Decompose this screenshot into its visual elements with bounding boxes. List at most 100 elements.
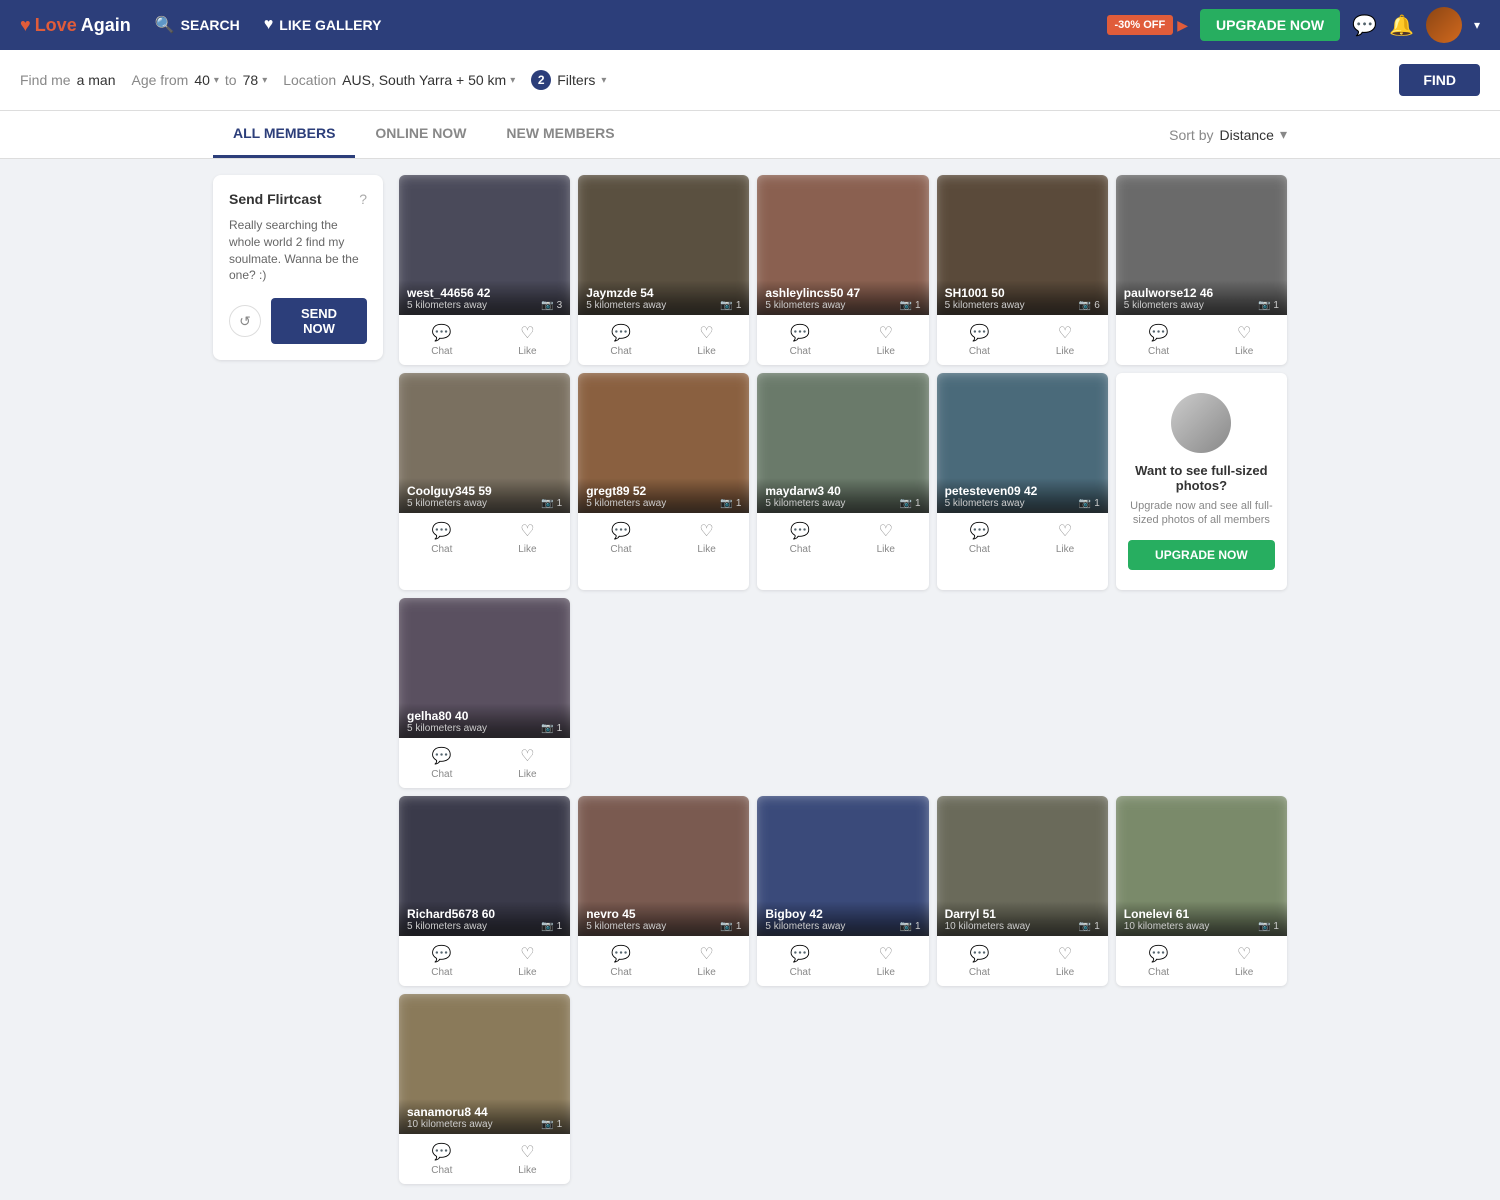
like-action[interactable]: ♡ Like bbox=[1201, 315, 1287, 365]
like-action[interactable]: ♡ Like bbox=[664, 513, 750, 563]
age-from-value: 40 bbox=[194, 72, 210, 88]
member-name-age: sanamoru8 44 bbox=[407, 1105, 493, 1119]
upgrade-promo-card: Want to see full-sized photos? Upgrade n… bbox=[1116, 373, 1287, 590]
logo[interactable]: ♥ LoveAgain bbox=[20, 15, 131, 36]
search-nav[interactable]: 🔍 SEARCH bbox=[155, 15, 240, 35]
like-action[interactable]: ♡ Like bbox=[485, 738, 571, 788]
like-action[interactable]: ♡ Like bbox=[664, 936, 750, 986]
send-now-button[interactable]: SEND NOW bbox=[271, 298, 367, 344]
chat-action[interactable]: 💬 Chat bbox=[399, 513, 485, 563]
age-to-select[interactable]: 78 ▾ bbox=[243, 72, 268, 88]
card-photo: sanamoru8 44 10 kilometers away 📷 1 bbox=[399, 994, 570, 1134]
like-action[interactable]: ♡ Like bbox=[843, 513, 929, 563]
avatar[interactable] bbox=[1426, 7, 1462, 43]
member-card[interactable]: maydarw3 40 5 kilometers away 📷 1 💬 Chat… bbox=[757, 373, 928, 590]
location-select[interactable]: AUS, South Yarra + 50 km ▾ bbox=[342, 72, 515, 88]
chat-label: Chat bbox=[969, 346, 990, 357]
like-action[interactable]: ♡ Like bbox=[485, 936, 571, 986]
member-card[interactable]: west_44656 42 5 kilometers away 📷 3 💬 Ch… bbox=[399, 175, 570, 365]
chat-action[interactable]: 💬 Chat bbox=[1116, 936, 1202, 986]
camera-icon: 📷 bbox=[720, 498, 732, 509]
like-action[interactable]: ♡ Like bbox=[485, 513, 571, 563]
chat-action[interactable]: 💬 Chat bbox=[757, 513, 843, 563]
sort-value[interactable]: Distance bbox=[1220, 127, 1274, 143]
member-card[interactable]: Coolguy345 59 5 kilometers away 📷 1 💬 Ch… bbox=[399, 373, 570, 590]
member-card[interactable]: nevro 45 5 kilometers away 📷 1 💬 Chat ♡ … bbox=[578, 796, 749, 986]
member-card[interactable]: Richard5678 60 5 kilometers away 📷 1 💬 C… bbox=[399, 796, 570, 986]
members-grid: west_44656 42 5 kilometers away 📷 3 💬 Ch… bbox=[399, 175, 1287, 1184]
promo-avatar bbox=[1171, 393, 1231, 453]
member-card[interactable]: sanamoru8 44 10 kilometers away 📷 1 💬 Ch… bbox=[399, 994, 570, 1184]
chat-action[interactable]: 💬 Chat bbox=[399, 1134, 485, 1184]
help-icon[interactable]: ? bbox=[359, 191, 367, 207]
like-label: Like bbox=[877, 967, 895, 978]
member-distance: 5 kilometers away bbox=[586, 921, 666, 932]
like-action[interactable]: ♡ Like bbox=[843, 315, 929, 365]
chat-action[interactable]: 💬 Chat bbox=[578, 936, 664, 986]
chat-action[interactable]: 💬 Chat bbox=[937, 315, 1023, 365]
like-label: Like bbox=[877, 346, 895, 357]
tab-all-members[interactable]: ALL MEMBERS bbox=[213, 111, 355, 158]
member-name-age: west_44656 42 bbox=[407, 286, 490, 300]
like-action[interactable]: ♡ Like bbox=[1022, 513, 1108, 563]
logo-heart: ♥ bbox=[20, 15, 31, 36]
find-me-value[interactable]: a man bbox=[77, 72, 116, 88]
age-from-select[interactable]: 40 ▾ bbox=[194, 72, 219, 88]
chat-action[interactable]: 💬 Chat bbox=[578, 315, 664, 365]
chat-label: Chat bbox=[431, 769, 452, 780]
card-photo: west_44656 42 5 kilometers away 📷 3 bbox=[399, 175, 570, 315]
chat-action[interactable]: 💬 Chat bbox=[757, 936, 843, 986]
like-action[interactable]: ♡ Like bbox=[1201, 936, 1287, 986]
member-distance: 5 kilometers away bbox=[765, 300, 860, 311]
member-card[interactable]: SH1001 50 5 kilometers away 📷 6 💬 Chat ♡… bbox=[937, 175, 1108, 365]
find-me-field: Find me a man bbox=[20, 72, 116, 88]
like-action[interactable]: ♡ Like bbox=[1022, 936, 1108, 986]
chat-action[interactable]: 💬 Chat bbox=[1116, 315, 1202, 365]
member-card[interactable]: Lonelevi 61 10 kilometers away 📷 1 💬 Cha… bbox=[1116, 796, 1287, 986]
member-card[interactable]: ashleylincs50 47 5 kilometers away 📷 1 💬… bbox=[757, 175, 928, 365]
member-card[interactable]: Jaymzde 54 5 kilometers away 📷 1 💬 Chat … bbox=[578, 175, 749, 365]
camera-icon: 📷 bbox=[900, 921, 912, 932]
card-photo: paulworse12 46 5 kilometers away 📷 1 bbox=[1116, 175, 1287, 315]
avatar-chevron-icon[interactable]: ▾ bbox=[1474, 18, 1480, 32]
like-action[interactable]: ♡ Like bbox=[843, 936, 929, 986]
filters-button[interactable]: 2 Filters ▾ bbox=[531, 70, 606, 90]
member-card[interactable]: gregt89 52 5 kilometers away 📷 1 💬 Chat … bbox=[578, 373, 749, 590]
notifications-icon[interactable]: 🔔 bbox=[1389, 13, 1414, 38]
chat-action[interactable]: 💬 Chat bbox=[399, 936, 485, 986]
tab-new-members[interactable]: NEW MEMBERS bbox=[486, 111, 634, 158]
chat-action[interactable]: 💬 Chat bbox=[937, 936, 1023, 986]
upgrade-button[interactable]: UPGRADE NOW bbox=[1200, 9, 1340, 41]
like-action[interactable]: ♡ Like bbox=[1022, 315, 1108, 365]
members-row-1: west_44656 42 5 kilometers away 📷 3 💬 Ch… bbox=[399, 175, 1287, 365]
member-card[interactable]: paulworse12 46 5 kilometers away 📷 1 💬 C… bbox=[1116, 175, 1287, 365]
find-button[interactable]: FIND bbox=[1399, 64, 1480, 96]
messages-icon[interactable]: 💬 bbox=[1352, 13, 1377, 38]
chat-action[interactable]: 💬 Chat bbox=[399, 315, 485, 365]
member-name-age: gelha80 40 bbox=[407, 709, 487, 723]
member-card[interactable]: Bigboy 42 5 kilometers away 📷 1 💬 Chat ♡… bbox=[757, 796, 928, 986]
filters-chevron-icon: ▾ bbox=[601, 75, 606, 86]
chat-icon: 💬 bbox=[969, 944, 989, 964]
like-action[interactable]: ♡ Like bbox=[485, 1134, 571, 1184]
promo-upgrade-button[interactable]: UPGRADE NOW bbox=[1128, 540, 1275, 570]
camera-icon: 📷 bbox=[541, 498, 553, 509]
member-card[interactable]: gelha80 40 5 kilometers away 📷 1 💬 Chat … bbox=[399, 598, 570, 788]
tab-online-now[interactable]: ONLINE NOW bbox=[355, 111, 486, 158]
card-actions: 💬 Chat ♡ Like bbox=[399, 936, 570, 986]
card-actions: 💬 Chat ♡ Like bbox=[399, 315, 570, 365]
member-card[interactable]: Darryl 51 10 kilometers away 📷 1 💬 Chat … bbox=[937, 796, 1108, 986]
camera-icon: 📷 bbox=[900, 498, 912, 509]
chat-action[interactable]: 💬 Chat bbox=[757, 315, 843, 365]
like-action[interactable]: ♡ Like bbox=[664, 315, 750, 365]
sort-chevron-icon[interactable]: ▾ bbox=[1280, 126, 1287, 143]
like-action[interactable]: ♡ Like bbox=[485, 315, 571, 365]
chat-action[interactable]: 💬 Chat bbox=[399, 738, 485, 788]
like-gallery-nav[interactable]: ♥ LIKE GALLERY bbox=[264, 16, 382, 34]
member-card[interactable]: petesteven09 42 5 kilometers away 📷 1 💬 … bbox=[937, 373, 1108, 590]
member-distance: 10 kilometers away bbox=[1124, 921, 1210, 932]
member-distance: 5 kilometers away bbox=[407, 723, 487, 734]
chat-action[interactable]: 💬 Chat bbox=[578, 513, 664, 563]
chat-action[interactable]: 💬 Chat bbox=[937, 513, 1023, 563]
refresh-button[interactable]: ↺ bbox=[229, 305, 261, 337]
